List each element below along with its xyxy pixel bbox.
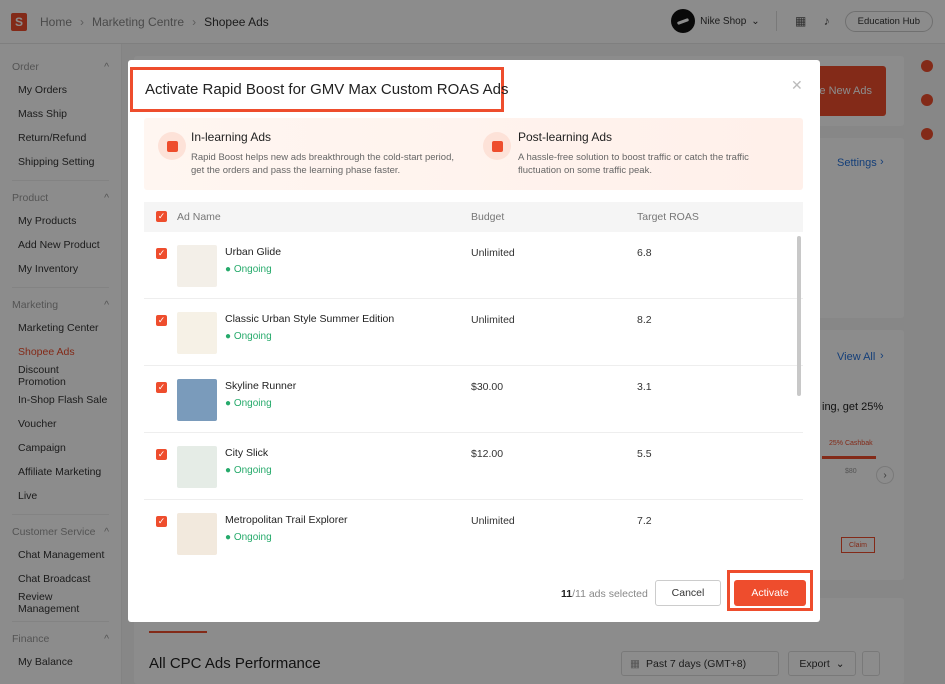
close-icon[interactable]: ✕ [791,77,803,94]
table-row: ✓ Urban Glide ● Ongoing Unlimited 6.8 [144,232,803,299]
row-checkbox[interactable]: ✓ [156,248,167,259]
in-learning-title: In-learning Ads [191,130,272,144]
ad-roas: 6.8 [637,247,652,259]
chart-icon [483,132,511,160]
select-all-checkbox[interactable]: ✓ [156,211,167,222]
ad-budget: Unlimited [471,247,515,259]
ad-status: ● Ongoing [225,398,272,409]
table-row: ✓ Skyline Runner ● Ongoing $30.00 3.1 [144,366,803,433]
product-thumbnail [177,379,217,421]
post-learning-title: Post-learning Ads [518,130,613,144]
table-row: ✓ Classic Urban Style Summer Edition ● O… [144,299,803,366]
row-checkbox[interactable]: ✓ [156,449,167,460]
product-thumbnail [177,513,217,555]
info-banner: In-learning Ads Rapid Boost helps new ad… [144,118,803,190]
modal-title: Activate Rapid Boost for GMV Max Custom … [145,81,509,98]
selection-count: 11/11 ads selected [561,588,648,600]
table-row: ✓ City Slick ● Ongoing $12.00 5.5 [144,433,803,500]
row-checkbox[interactable]: ✓ [156,382,167,393]
column-target-roas: Target ROAS [637,211,699,223]
table-header: ✓ Ad Name Budget Target ROAS [144,202,803,232]
ad-budget: Unlimited [471,314,515,326]
ad-status: ● Ongoing [225,264,272,275]
product-thumbnail [177,312,217,354]
ad-status: ● Ongoing [225,331,272,342]
post-learning-desc-2: fluctuation on some traffic peak. [518,165,652,176]
ad-name: Urban Glide [225,246,282,258]
ad-name: Metropolitan Trail Explorer [225,514,348,526]
table-scrollbar[interactable] [797,236,801,396]
ad-name: Classic Urban Style Summer Edition [225,313,395,325]
table-row: ✓ Metropolitan Trail Explorer ● Ongoing … [144,500,803,562]
post-learning-desc-1: A hassle-free solution to boost traffic … [518,152,749,163]
column-ad-name: Ad Name [177,211,221,223]
book-icon [158,132,186,160]
ad-roas: 8.2 [637,314,652,326]
ad-name: Skyline Runner [225,380,297,392]
ad-budget: $30.00 [471,381,504,393]
ad-roas: 5.5 [637,448,652,460]
row-checkbox[interactable]: ✓ [156,516,167,527]
ad-roas: 3.1 [637,381,652,393]
ad-status: ● Ongoing [225,465,272,476]
ad-name: City Slick [225,447,269,459]
cancel-button[interactable]: Cancel [655,580,721,606]
in-learning-desc-2: get the orders and pass the learning pha… [191,165,401,176]
ad-status: ● Ongoing [225,532,272,543]
ads-table-body: ✓ Urban Glide ● Ongoing Unlimited 6.8 ✓ … [144,232,803,562]
column-budget: Budget [471,211,505,223]
product-thumbnail [177,446,217,488]
ad-budget: Unlimited [471,515,515,527]
product-thumbnail [177,245,217,287]
in-learning-desc-1: Rapid Boost helps new ads breakthrough t… [191,152,454,163]
ad-budget: $12.00 [471,448,504,460]
ad-roas: 7.2 [637,515,652,527]
row-checkbox[interactable]: ✓ [156,315,167,326]
activate-button[interactable]: Activate [734,580,806,606]
